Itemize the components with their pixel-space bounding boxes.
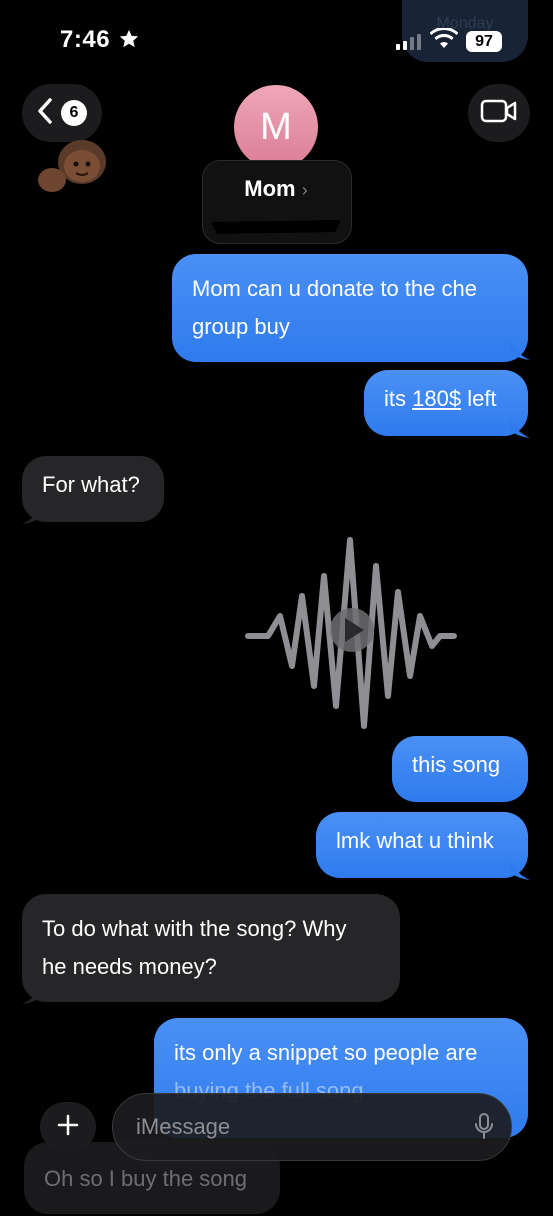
message-input-placeholder: iMessage — [136, 1114, 231, 1139]
bubble-tail — [22, 504, 42, 524]
message-text: left — [461, 386, 497, 411]
microphone-icon[interactable] — [474, 1112, 494, 1145]
message-text: this song — [412, 752, 501, 777]
audio-message[interactable] — [240, 536, 460, 732]
video-camera-icon — [480, 98, 518, 129]
unread-count-badge: 6 — [61, 100, 87, 126]
back-button[interactable]: 6 — [22, 84, 102, 142]
message-text-line: Mom can u donate to the che — [192, 276, 477, 301]
star-icon — [118, 28, 140, 55]
message-text: its — [384, 386, 413, 411]
received-message-bubble[interactable]: To do what with the song? Why he needs m… — [22, 894, 400, 1002]
sent-message-bubble[interactable]: this song — [392, 736, 528, 802]
video-call-button[interactable] — [468, 84, 530, 142]
message-text-line: its only a snippet so people are — [174, 1040, 478, 1065]
battery-indicator: 97 — [466, 31, 502, 52]
message-text-line: To do what with the song? Why — [42, 916, 347, 941]
cellular-signal-icon — [396, 34, 421, 50]
bubble-tail — [22, 984, 42, 1004]
play-icon[interactable] — [330, 608, 374, 652]
amount-link[interactable]: 180$ — [412, 386, 461, 411]
status-time: 7:46 — [60, 26, 111, 53]
chevron-left-icon — [37, 97, 53, 129]
message-text: For what? — [42, 472, 140, 497]
bubble-tail — [510, 340, 530, 360]
sent-message-bubble[interactable]: its 180$ left — [364, 370, 528, 436]
message-text: lmk what u think — [336, 828, 494, 853]
bubble-tail — [510, 418, 530, 438]
sent-message-bubble[interactable]: Mom can u donate to the che group buy — [172, 254, 528, 362]
contact-name[interactable]: Mom › — [202, 176, 350, 202]
wifi-icon — [429, 26, 459, 55]
message-text-line: group buy — [192, 314, 290, 339]
bubble-tail — [510, 860, 530, 880]
previous-message-bubble: Monday — [402, 0, 528, 62]
memoji-sticker — [36, 140, 106, 194]
redaction-scribble — [210, 216, 342, 236]
sent-message-bubble[interactable]: lmk what u think — [316, 812, 528, 878]
received-message-bubble[interactable]: For what? — [22, 456, 164, 522]
contact-avatar[interactable]: M — [234, 85, 318, 169]
chevron-right-icon: › — [301, 180, 308, 200]
plus-icon — [57, 1114, 79, 1141]
apps-plus-button[interactable] — [40, 1102, 96, 1152]
message-text-line: he needs money? — [42, 954, 217, 979]
